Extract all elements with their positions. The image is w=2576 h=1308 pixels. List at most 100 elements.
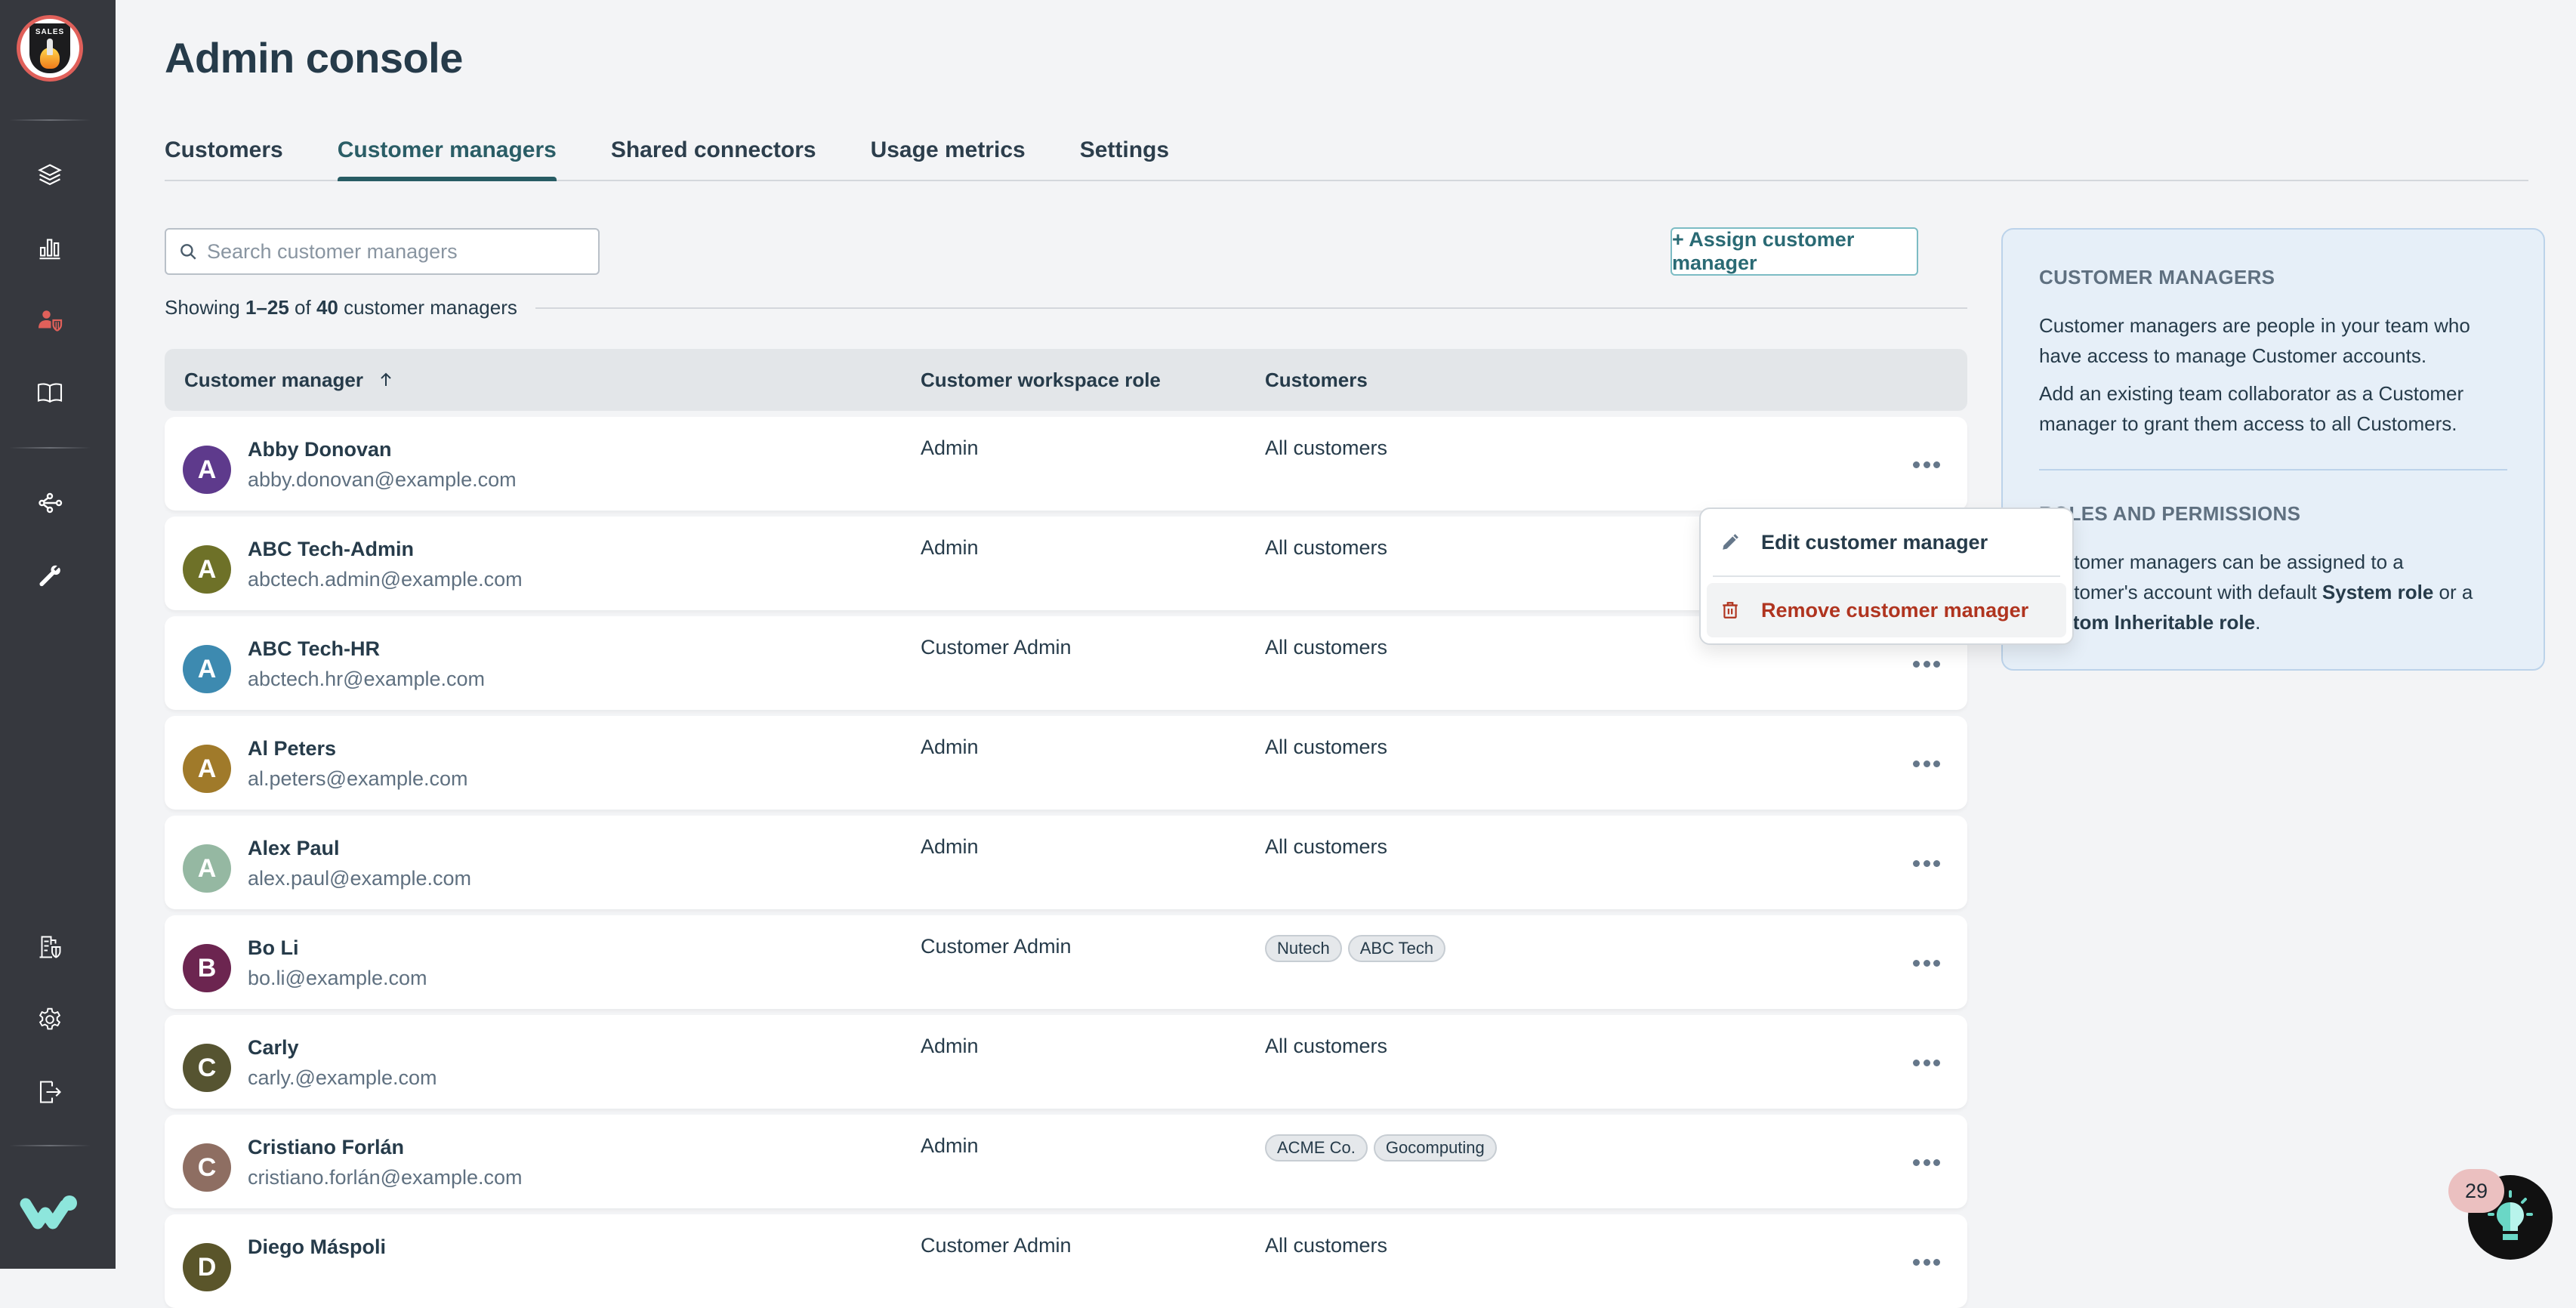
more-actions-icon[interactable] — [1913, 855, 1940, 871]
more-actions-icon[interactable] — [1913, 656, 1940, 672]
page-title: Admin console — [165, 34, 463, 82]
manager-email: alex.paul@example.com — [248, 867, 472, 890]
manager-name: Carly — [248, 1036, 299, 1059]
sidebar-item-admin-console[interactable] — [35, 305, 65, 335]
results-suffix: customer managers — [338, 296, 517, 319]
table-row[interactable]: A Abby Donovan abby.donovan@example.com Adm… — [165, 417, 1967, 511]
workspace-role: Customer Admin — [921, 636, 1072, 659]
workspace-role: Admin — [921, 835, 979, 858]
tab-customer-managers[interactable]: Customer managers — [337, 134, 557, 181]
results-total: 40 — [316, 296, 338, 319]
info-paragraph: Customer managers are people in your tea… — [2039, 314, 2470, 367]
sidebar-item-workspaces[interactable] — [35, 160, 65, 190]
tab-usage-metrics[interactable]: Usage metrics — [871, 134, 1026, 180]
info-section-title: ROLES AND PERMISSIONS — [2039, 502, 2301, 525]
sidebar-item-analytics[interactable] — [35, 233, 65, 263]
customers-cell: ACME Co. Gocomputing — [1265, 1134, 1497, 1161]
more-actions-icon[interactable] — [1913, 1054, 1940, 1071]
info-section-title: CUSTOMER MANAGERS — [2039, 266, 2275, 288]
table-row[interactable]: C Carly carly.@example.com Admin All custome… — [165, 1015, 1967, 1109]
brand-logo-icon[interactable] — [20, 1193, 80, 1231]
sidebar-item-settings[interactable] — [35, 1004, 65, 1035]
customers-cell: All customers — [1265, 1035, 1387, 1058]
workspace-logo[interactable]: SALES — [17, 15, 83, 82]
manager-name: Diego Máspoli — [248, 1236, 387, 1258]
column-header-workspace-role: Customer workspace role — [921, 349, 1161, 411]
manager-email: carly.@example.com — [248, 1066, 437, 1089]
info-paragraph: Add an existing team collaborator as a C… — [2039, 382, 2464, 435]
table-row[interactable]: A ABC Tech-HR abctech.hr@example.com Custom… — [165, 616, 1967, 710]
table-row[interactable]: A Alex Paul alex.paul@example.com Admin All … — [165, 816, 1967, 909]
sidebar: SALES — [0, 0, 116, 1269]
avatar: A — [183, 446, 231, 494]
tab-bar: Customers Customer managers Shared conne… — [165, 134, 2528, 181]
layers-icon — [38, 164, 62, 186]
building-shield-icon — [39, 936, 61, 958]
avatar: A — [183, 545, 231, 594]
sidebar-divider — [9, 447, 91, 449]
customers-text: All customers — [1265, 736, 1388, 758]
customers-cell: Nutech ABC Tech — [1265, 935, 1446, 962]
search-input[interactable] — [207, 239, 585, 264]
more-actions-icon[interactable] — [1913, 755, 1940, 772]
connectors-icon — [39, 492, 63, 514]
remove-customer-manager-item[interactable]: Remove customer manager — [1707, 583, 2066, 637]
manager-email: cristiano.forlán@example.com — [248, 1166, 523, 1189]
table-row[interactable]: D Diego Máspoli Customer Admin All customer… — [165, 1214, 1967, 1308]
sidebar-item-tools[interactable] — [35, 560, 65, 591]
column-header-customer-manager[interactable]: Customer manager — [184, 349, 395, 411]
manager-name: ABC Tech-HR — [248, 637, 380, 660]
text-part: . — [2255, 611, 2261, 634]
more-actions-icon[interactable] — [1913, 955, 1940, 971]
table-row[interactable]: A ABC Tech-Admin abctech.admin@example.com… — [165, 517, 1967, 610]
more-actions-icon[interactable] — [1913, 456, 1940, 473]
tab-shared-connectors[interactable]: Shared connectors — [611, 134, 816, 180]
customers-text: All customers — [1265, 835, 1388, 858]
more-actions-icon[interactable] — [1913, 1154, 1940, 1171]
info-paragraph: Customer managers can be assigned to a C… — [2039, 547, 2507, 637]
more-actions-icon[interactable] — [1913, 1254, 1940, 1270]
manager-email: abctech.admin@example.com — [248, 568, 523, 591]
sidebar-item-connectors[interactable] — [35, 488, 65, 518]
avatar: C — [183, 1143, 231, 1192]
manager-name: Bo Li — [248, 936, 299, 959]
tab-customers[interactable]: Customers — [165, 134, 283, 180]
table-row[interactable]: A Al Peters al.peters@example.com Admin All … — [165, 716, 1967, 810]
customers-text: All customers — [1265, 437, 1388, 459]
tab-settings[interactable]: Settings — [1080, 134, 1169, 180]
gear-icon — [39, 1007, 61, 1030]
workspace-role: Customer Admin — [921, 935, 1072, 958]
results-prefix: Showing — [165, 296, 245, 319]
sales-badge-icon: SALES — [29, 23, 70, 73]
user-shield-icon — [39, 310, 63, 332]
manager-name: Al Peters — [248, 737, 337, 760]
sidebar-divider — [9, 119, 91, 121]
sidebar-item-logout[interactable] — [35, 1077, 65, 1107]
manager-name: Alex Paul — [248, 837, 340, 859]
results-count: Showing 1–25 of 40 customer managers — [165, 296, 1967, 319]
sort-ascending-icon[interactable] — [377, 371, 395, 389]
customers-text: All customers — [1265, 536, 1388, 559]
avatar: A — [183, 844, 231, 893]
customer-chip: Nutech — [1265, 935, 1342, 962]
menu-divider — [1713, 575, 2060, 577]
book-icon — [37, 383, 63, 403]
row-actions-menu: Edit customer manager Remove customer ma… — [1699, 507, 2074, 645]
text-bold: System role — [2321, 581, 2434, 603]
table-row[interactable]: C Cristiano Forlán cristiano.forlán@exampl… — [165, 1115, 1967, 1208]
results-middle: of — [288, 296, 316, 319]
menu-item-label: Edit customer manager — [1761, 530, 1988, 554]
search-box — [165, 228, 600, 275]
avatar: A — [183, 645, 231, 693]
customers-cell: All customers — [1265, 1234, 1387, 1257]
column-label: Customers — [1265, 368, 1368, 391]
workspace-role: Admin — [921, 437, 979, 459]
table-row[interactable]: B Bo Li bo.li@example.com Customer Admin Nut… — [165, 915, 1967, 1009]
text-part: or a — [2433, 581, 2473, 603]
manager-name: ABC Tech-Admin — [248, 538, 414, 560]
edit-customer-manager-item[interactable]: Edit customer manager — [1707, 515, 2066, 569]
main-content: Admin console Customers Customer manager… — [116, 0, 2576, 1308]
assign-customer-manager-button[interactable]: + Assign customer manager — [1671, 227, 1918, 276]
sidebar-item-docs[interactable] — [35, 378, 65, 408]
sidebar-item-organization[interactable] — [35, 932, 65, 962]
